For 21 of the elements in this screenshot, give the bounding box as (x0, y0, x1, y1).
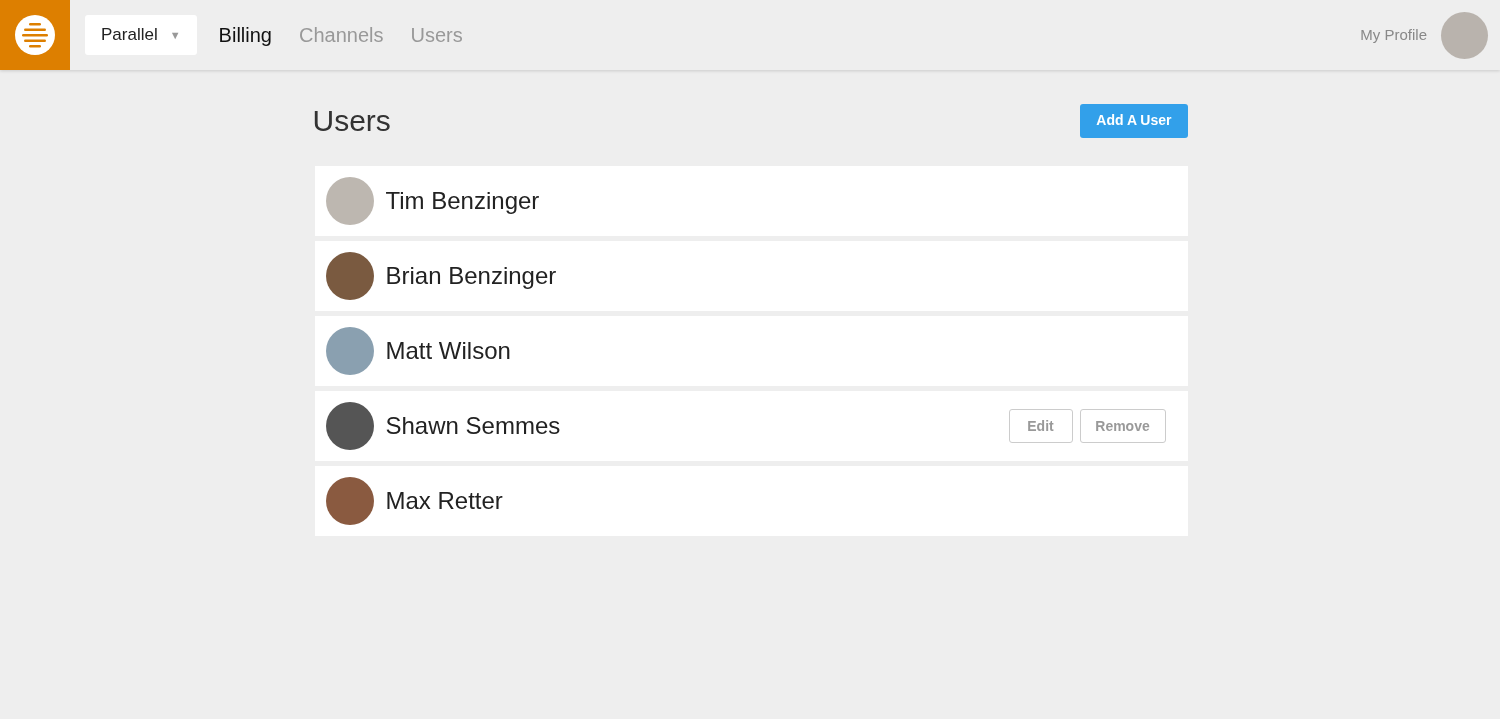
nav-tab[interactable]: Billing (218, 20, 272, 50)
logo-tile[interactable] (0, 0, 70, 70)
user-row[interactable]: Brian Benzinger (314, 241, 1188, 311)
user-name: Matt Wilson (385, 336, 511, 366)
user-avatar (325, 327, 374, 375)
user-name: Brian Benzinger (385, 261, 557, 291)
user-row[interactable]: Max Retter (314, 466, 1188, 536)
user-name: Shawn Semmes (385, 411, 561, 441)
profile-avatar[interactable] (1441, 11, 1488, 59)
user-avatar (325, 177, 374, 225)
user-avatar (325, 402, 374, 450)
user-name: Tim Benzinger (385, 186, 540, 216)
user-name: Max Retter (385, 486, 503, 516)
workspace-dropdown[interactable]: Parallel ▼ (85, 15, 197, 55)
page-title: Users (312, 103, 391, 139)
user-row[interactable]: Matt Wilson (314, 316, 1188, 386)
user-avatar (325, 252, 374, 300)
user-avatar (325, 477, 374, 525)
logo-icon (15, 15, 55, 55)
user-row[interactable]: Tim Benzinger (314, 166, 1188, 236)
caret-icon: ▼ (169, 26, 181, 44)
